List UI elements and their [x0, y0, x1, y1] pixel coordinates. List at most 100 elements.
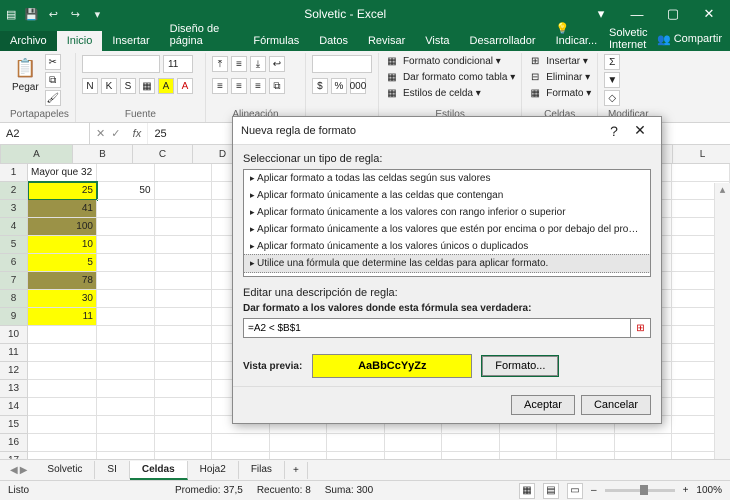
cell-A5[interactable]: 10: [28, 236, 97, 254]
row-header-2[interactable]: 2: [0, 182, 27, 200]
rule-type-list[interactable]: Aplicar formato a todas las celdas según…: [243, 169, 651, 277]
tab-formulas[interactable]: Fórmulas: [243, 31, 309, 51]
cell-B10[interactable]: [97, 326, 155, 344]
cell-A1[interactable]: Mayor que 32: [28, 164, 97, 182]
cell-B12[interactable]: [97, 362, 155, 380]
align-center-icon[interactable]: ≡: [231, 78, 247, 94]
sheet-nav-next-icon[interactable]: ▶: [20, 465, 28, 476]
cell-A17[interactable]: [28, 452, 97, 459]
cell-A4[interactable]: 100: [28, 218, 97, 236]
cell-C3[interactable]: [155, 200, 213, 218]
clear-icon[interactable]: ◇: [604, 90, 620, 106]
sheet-nav-prev-icon[interactable]: ◀: [10, 465, 18, 476]
tab-page-layout[interactable]: Diseño de página: [160, 19, 244, 51]
row-header-5[interactable]: 5: [0, 236, 27, 254]
view-page-icon[interactable]: ▤: [543, 483, 559, 499]
save-icon[interactable]: 💾: [22, 5, 40, 23]
cell-G16[interactable]: [385, 434, 443, 452]
row-header-17[interactable]: 17: [0, 452, 27, 459]
redo-icon[interactable]: ↪: [66, 5, 84, 23]
cell-B14[interactable]: [97, 398, 155, 416]
cell-C15[interactable]: [155, 416, 213, 434]
row-header-10[interactable]: 10: [0, 326, 27, 344]
row-header-1[interactable]: 1: [0, 164, 27, 182]
bold-button[interactable]: N: [82, 78, 98, 94]
tab-insert[interactable]: Insertar: [102, 31, 159, 51]
format-as-table-button[interactable]: ▦Dar formato como tabla ▾: [385, 70, 515, 84]
rule-type-item[interactable]: Aplicar formato únicamente a los valores…: [244, 204, 650, 221]
tab-home[interactable]: Inicio: [57, 31, 103, 51]
rule-type-item[interactable]: Aplicar formato únicamente a los valores…: [244, 221, 650, 238]
cell-I16[interactable]: [500, 434, 558, 452]
cell-A2[interactable]: 25: [28, 182, 97, 200]
cell-styles-button[interactable]: ▦Estilos de celda ▾: [385, 86, 481, 100]
row-header-7[interactable]: 7: [0, 272, 27, 290]
fx-icon[interactable]: fx: [126, 123, 148, 144]
cell-B16[interactable]: [97, 434, 155, 452]
zoom-out-button[interactable]: –: [591, 485, 597, 496]
tab-data[interactable]: Datos: [309, 31, 358, 51]
rule-formula-input[interactable]: [243, 318, 631, 338]
cell-C8[interactable]: [155, 290, 213, 308]
tell-me[interactable]: 💡 Indicar...: [546, 18, 609, 51]
cell-J17[interactable]: [557, 452, 615, 459]
autosum-icon[interactable]: Σ: [604, 54, 620, 70]
column-header-C[interactable]: C: [133, 145, 193, 163]
cell-C5[interactable]: [155, 236, 213, 254]
column-header-A[interactable]: A: [1, 145, 73, 163]
dialog-help-button[interactable]: ?: [601, 123, 627, 139]
cell-A14[interactable]: [28, 398, 97, 416]
cell-A16[interactable]: [28, 434, 97, 452]
wrap-text-icon[interactable]: ↩: [269, 56, 285, 72]
font-color-icon[interactable]: A: [177, 78, 193, 94]
cell-B5[interactable]: [97, 236, 155, 254]
cell-B8[interactable]: [97, 290, 155, 308]
cell-B6[interactable]: [97, 254, 155, 272]
cell-A8[interactable]: 30: [28, 290, 97, 308]
cell-C17[interactable]: [155, 452, 213, 459]
view-break-icon[interactable]: ▭: [567, 483, 583, 499]
zoom-in-button[interactable]: +: [683, 485, 689, 496]
row-header-4[interactable]: 4: [0, 218, 27, 236]
percent-icon[interactable]: %: [331, 78, 347, 94]
row-header-3[interactable]: 3: [0, 200, 27, 218]
cell-G17[interactable]: [385, 452, 443, 459]
cell-A3[interactable]: 41: [28, 200, 97, 218]
sheet-tab-si[interactable]: SI: [95, 461, 129, 479]
currency-icon[interactable]: $: [312, 78, 328, 94]
cell-A10[interactable]: [28, 326, 97, 344]
column-header-B[interactable]: B: [73, 145, 133, 163]
zoom-level[interactable]: 100%: [696, 485, 722, 496]
format-button[interactable]: Formato...: [482, 356, 558, 376]
row-header-12[interactable]: 12: [0, 362, 27, 380]
format-cells-button[interactable]: ▦Formato ▾: [528, 86, 591, 100]
cell-K16[interactable]: [615, 434, 673, 452]
cell-C7[interactable]: [155, 272, 213, 290]
dialog-close-button[interactable]: ✕: [627, 122, 653, 139]
cell-H17[interactable]: [442, 452, 500, 459]
rule-type-item[interactable]: Utilice una fórmula que determine las ce…: [243, 254, 651, 273]
close-window-button[interactable]: ✕: [692, 0, 726, 28]
zoom-slider[interactable]: [605, 489, 675, 492]
share-button[interactable]: 👥Compartir: [657, 33, 722, 46]
row-header-16[interactable]: 16: [0, 434, 27, 452]
row-header-6[interactable]: 6: [0, 254, 27, 272]
cell-C2[interactable]: [155, 182, 213, 200]
sheet-tab-hoja2[interactable]: Hoja2: [188, 461, 239, 479]
rule-type-item[interactable]: Aplicar formato únicamente a las celdas …: [244, 187, 650, 204]
underline-button[interactable]: S: [120, 78, 136, 94]
cell-A13[interactable]: [28, 380, 97, 398]
format-painter-icon[interactable]: 🖌: [45, 90, 61, 106]
cell-F16[interactable]: [327, 434, 385, 452]
column-header-L[interactable]: L: [673, 145, 730, 163]
align-bottom-icon[interactable]: ⤓: [250, 56, 266, 72]
row-header-15[interactable]: 15: [0, 416, 27, 434]
cell-C9[interactable]: [155, 308, 213, 326]
cell-C11[interactable]: [155, 344, 213, 362]
cell-A15[interactable]: [28, 416, 97, 434]
fill-icon[interactable]: ▼: [604, 72, 620, 88]
cell-E17[interactable]: [270, 452, 328, 459]
cell-A12[interactable]: [28, 362, 97, 380]
cell-I17[interactable]: [500, 452, 558, 459]
align-right-icon[interactable]: ≡: [250, 78, 266, 94]
